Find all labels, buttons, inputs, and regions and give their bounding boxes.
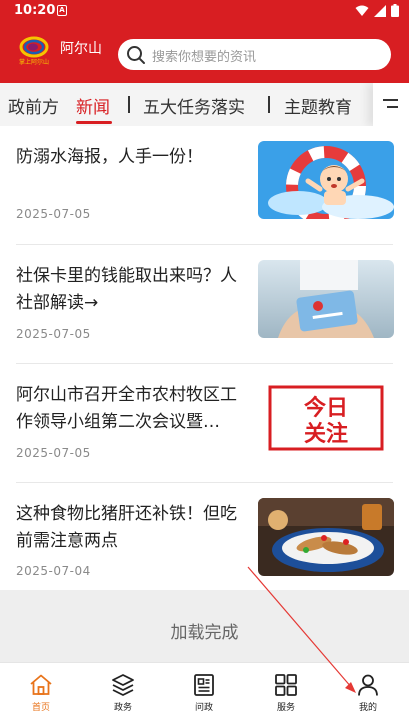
battery-icon (391, 4, 399, 17)
logo-icon: 掌上阿尔山 (19, 36, 49, 66)
news-thumbnail: 今日关注 (258, 379, 394, 457)
user-icon (358, 674, 378, 696)
news-thumbnail (258, 141, 394, 219)
nav-label: 服务 (276, 703, 295, 713)
app-header: 10:20 A 掌上阿尔山 阿尔山 搜索你想要的资讯 (0, 0, 409, 83)
home-icon (30, 674, 52, 695)
menu-icon-line (383, 99, 398, 101)
city-name: 阿尔山 (60, 41, 102, 57)
list-item[interactable]: 防溺水海报，人手一份！ 2025-07-05 (0, 126, 409, 245)
list-item[interactable]: 阿尔山市召开全市农村牧区工作领导小组第二次会议暨… 2025-07-05 今日关… (0, 364, 409, 483)
news-date: 2025-07-05 (16, 327, 91, 341)
news-date: 2025-07-05 (16, 207, 91, 221)
tab-theme-education[interactable]: 主题教育 (284, 93, 352, 118)
sim-icon: A (57, 5, 67, 16)
list-item[interactable]: 这种食物比猪肝还补铁！但吃前需注意两点 2025-07-04 (0, 483, 409, 602)
load-status-text: 加载完成 (170, 623, 239, 643)
news-thumbnail (258, 498, 394, 576)
nav-label: 我的 (358, 703, 377, 713)
status-indicators (355, 4, 399, 17)
nav-government[interactable]: 政务 (93, 673, 153, 713)
news-title: 这种食物比猪肝还补铁！但吃前需注意两点 (16, 504, 237, 551)
more-tabs-button[interactable] (373, 83, 409, 126)
news-date: 2025-07-05 (16, 446, 91, 460)
nav-services[interactable]: 服务 (256, 673, 316, 713)
news-title: 社保卡里的钱能取出来吗？人社部解读→ (16, 266, 237, 313)
news-title: 阿尔山市召开全市农村牧区工作领导小组第二次会议暨… (16, 385, 237, 432)
search-icon (127, 46, 145, 64)
nav-inquiry[interactable]: 问政 (174, 673, 234, 713)
nav-label: 问政 (194, 703, 213, 713)
nav-label: 政务 (113, 703, 132, 713)
menu-icon-line (387, 106, 398, 108)
status-time: 10:20 (14, 3, 56, 18)
search-input[interactable]: 搜索你想要的资讯 (118, 39, 391, 70)
nav-label: 首页 (31, 703, 50, 713)
newspaper-icon (194, 674, 214, 696)
nav-profile[interactable]: 我的 (338, 673, 398, 713)
search-placeholder: 搜索你想要的资讯 (152, 50, 257, 65)
channel-tabs: 政前方 新闻 五大任务落实 主题教育 (0, 83, 409, 126)
list-item[interactable]: 社保卡里的钱能取出来吗？人社部解读→ 2025-07-05 (0, 245, 409, 364)
bottom-nav: 首页 政务 问政 服务 我的 (0, 662, 409, 727)
wifi-icon (355, 5, 369, 16)
load-status: 加载完成 (0, 590, 409, 662)
tab-news[interactable]: 新闻 (76, 93, 110, 118)
logo-text: 掌上阿尔山 (19, 58, 49, 66)
tab-zhengqianfang[interactable]: 政前方 (8, 93, 59, 118)
layers-icon (112, 674, 134, 696)
news-thumbnail (258, 260, 394, 338)
app-logo[interactable]: 掌上阿尔山 (16, 36, 52, 66)
status-bar: 10:20 A (0, 0, 409, 24)
nav-home[interactable]: 首页 (11, 673, 71, 713)
news-date: 2025-07-04 (16, 564, 91, 578)
grid-icon (275, 674, 297, 696)
tab-five-tasks[interactable]: 五大任务落实 (143, 93, 245, 118)
signal-icon (374, 4, 386, 17)
tab-divider (268, 96, 270, 113)
tab-divider (128, 96, 130, 113)
active-tab-indicator (76, 121, 112, 124)
news-title: 防溺水海报，人手一份！ (16, 147, 203, 167)
